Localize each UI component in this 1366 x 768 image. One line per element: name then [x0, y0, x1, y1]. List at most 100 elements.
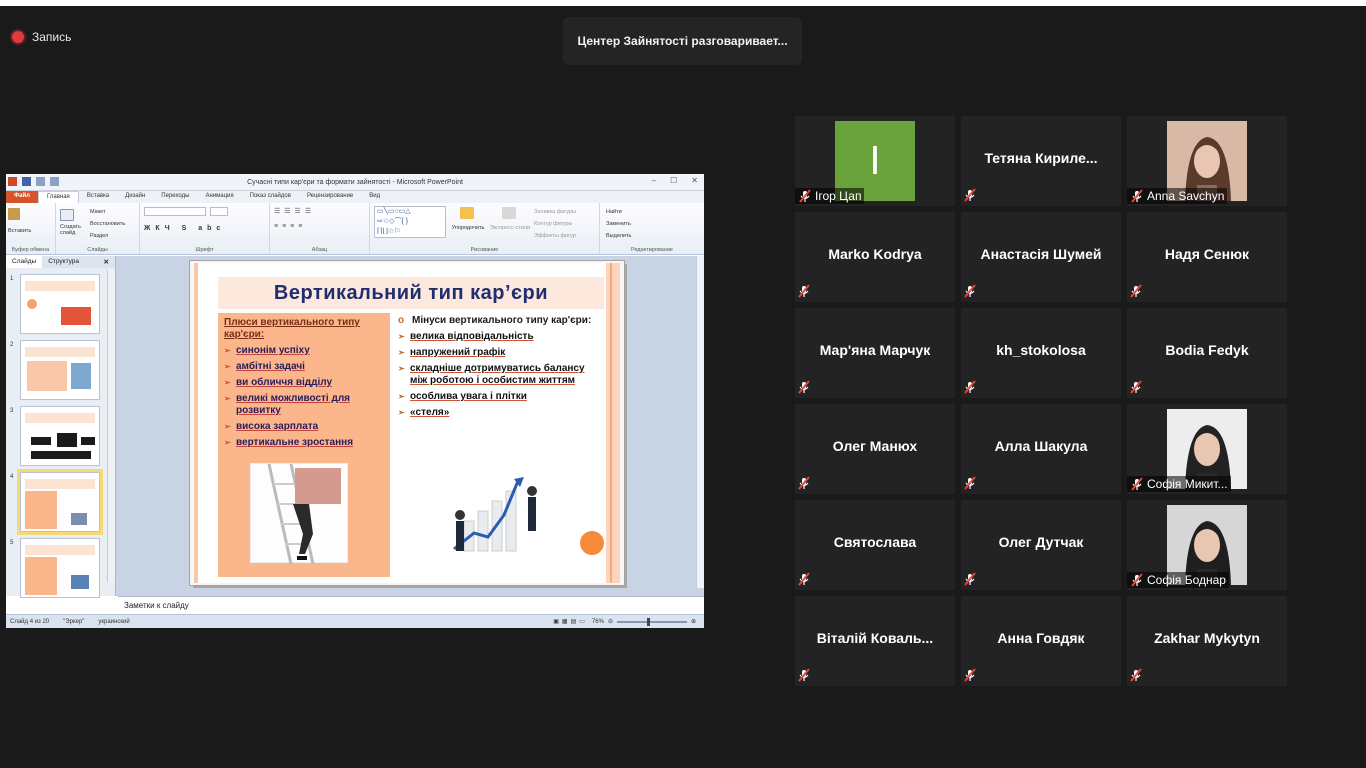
close-icon[interactable]: ✕	[691, 176, 698, 185]
maximize-icon[interactable]: ☐	[670, 176, 677, 185]
participant-tile[interactable]: Bodia Fedyk	[1127, 308, 1287, 398]
view-buttons[interactable]: ▣▦▤▭	[553, 618, 588, 625]
express-styles-button[interactable]: Экспресс-стили	[488, 207, 532, 231]
participant-tile[interactable]: Святослава	[795, 500, 955, 590]
participant-tile[interactable]: Тетяна Кириле...	[961, 116, 1121, 206]
pros-item: ви обличчя відділу	[224, 377, 384, 389]
align-buttons[interactable]: ≡≡≡≡	[274, 223, 306, 230]
participant-tile[interactable]: Алла Шакула	[961, 404, 1121, 494]
notes-field[interactable]: Заметки к слайду	[118, 596, 704, 616]
minimize-icon[interactable]: –	[652, 176, 656, 185]
panel-scrollbar[interactable]	[107, 270, 115, 582]
tab-view[interactable]: Вид	[361, 191, 388, 203]
participant-tile[interactable]: Софія Микит...	[1127, 404, 1287, 494]
language[interactable]: украинский	[98, 619, 129, 625]
restore-button[interactable]: Восстановить	[90, 218, 125, 230]
tab-outline[interactable]: Структура	[42, 256, 85, 268]
active-speaker-banner: Центер Зайнятості разговаривает...	[563, 17, 802, 65]
participant-label: Софія Микит...	[1147, 477, 1228, 491]
participant-name: Алла Шакула	[994, 438, 1088, 454]
slides-panel: Слайды Структура ✕ 1 2 3 4 5	[6, 256, 116, 598]
font-format-buttons[interactable]: ЖКЧ S abc	[144, 225, 225, 232]
slide-thumb-3[interactable]	[20, 406, 100, 466]
font-name-box[interactable]	[144, 207, 206, 216]
close-panel-icon[interactable]: ✕	[98, 256, 115, 268]
ladder-illustration	[250, 463, 348, 565]
recording-indicator[interactable]: Запись	[12, 30, 71, 44]
slide-thumb-4[interactable]	[17, 469, 103, 535]
ribbon-tabs: Файл Главная Вставка Дизайн Переходы Ани…	[6, 191, 704, 203]
participant-tile[interactable]: Анастасія Шумей	[961, 212, 1121, 302]
list-buttons[interactable]: ☰☰☰☰	[274, 207, 315, 215]
slides-group: Создать слайд Макет Восстановить Раздел …	[56, 203, 140, 254]
undo-icon[interactable]	[36, 177, 45, 186]
muted-mic-icon	[1129, 284, 1143, 298]
slide-scrollbar[interactable]	[696, 256, 704, 588]
find-button[interactable]: Найти	[606, 206, 631, 218]
paste-button[interactable]	[8, 208, 53, 220]
new-slide-button[interactable]: Создать слайд	[60, 209, 88, 236]
participant-tile[interactable]: Олег Дутчак	[961, 500, 1121, 590]
participant-tile[interactable]: Олег Манюх	[795, 404, 955, 494]
tab-slideshow[interactable]: Показ слайдов	[242, 191, 299, 203]
thumb-shape	[25, 557, 57, 595]
participant-tile[interactable]: Віталій Коваль...	[795, 596, 955, 686]
cons-item: складніше дотримуватись балансу між робо…	[398, 363, 598, 387]
layout-button[interactable]: Макет	[90, 206, 125, 218]
tab-animation[interactable]: Анимация	[197, 191, 241, 203]
redo-icon[interactable]	[50, 177, 59, 186]
participant-tile[interactable]: Софія Боднар	[1127, 500, 1287, 590]
thumb-shape	[25, 491, 57, 529]
tab-transitions[interactable]: Переходы	[153, 191, 197, 203]
shape-effects-button[interactable]: Эффекты фигур	[534, 230, 576, 242]
thumb-shape	[31, 451, 91, 459]
shapes-gallery[interactable]: ▭╲▭○▭△ ⇨☆◇⌒{ } ⌈⌉⌊⌋☆⚐	[374, 206, 446, 238]
slide-thumb-5[interactable]	[20, 538, 100, 598]
slide-frame: Вертикальний тип кар’єри Плюси вертикаль…	[194, 263, 620, 583]
zoom-in-icon[interactable]: ⊕	[691, 618, 696, 625]
thumb-shape	[71, 363, 91, 389]
tab-home[interactable]: Главная	[37, 191, 79, 203]
shape-outline-button[interactable]: Контур фигуры	[534, 218, 576, 230]
tab-file[interactable]: Файл	[6, 191, 38, 203]
arrange-button[interactable]: Упорядочить	[450, 207, 486, 231]
section-button[interactable]: Раздел	[90, 230, 125, 242]
muted-mic-icon	[1129, 380, 1143, 394]
tab-review[interactable]: Рецензирование	[299, 191, 361, 203]
zoom-out-icon[interactable]: ⊖	[608, 618, 613, 625]
speaker-text: Центер Зайнятості разговаривает...	[577, 34, 788, 48]
zoom-slider[interactable]	[616, 617, 687, 626]
tab-insert[interactable]: Вставка	[79, 191, 117, 203]
tab-slides[interactable]: Слайды	[6, 256, 43, 268]
participant-tile[interactable]: I Ігор Цап	[795, 116, 955, 206]
cons-item: особлива увага і плітки	[398, 391, 598, 403]
paragraph-label: Абзац	[311, 247, 328, 253]
slide-thumb-2[interactable]	[20, 340, 100, 400]
muted-mic-icon	[963, 668, 977, 682]
cons-item: напружений графік	[398, 347, 598, 359]
participant-tile[interactable]: Мар'яна Марчук	[795, 308, 955, 398]
participant-tile[interactable]: kh_stokolosa	[961, 308, 1121, 398]
shape-fill-button[interactable]: Заливка фигуры	[534, 206, 576, 218]
slide-thumb-1[interactable]	[20, 274, 100, 334]
participant-tile[interactable]: Анна Говдяк	[961, 596, 1121, 686]
muted-mic-icon	[798, 189, 812, 203]
participant-tile[interactable]: Anna Savchyn	[1127, 116, 1287, 206]
zoom-value[interactable]: 76%	[592, 619, 604, 625]
participant-tile[interactable]: Marko Kodrya	[795, 212, 955, 302]
slides-group-label: Слайды	[87, 247, 108, 253]
replace-button[interactable]: Заменить	[606, 218, 631, 230]
muted-mic-icon	[797, 476, 811, 490]
tab-design[interactable]: Дизайн	[117, 191, 153, 203]
drawing-group: ▭╲▭○▭△ ⇨☆◇⌒{ } ⌈⌉⌊⌋☆⚐ Упорядочить Экспресс…	[370, 203, 600, 254]
muted-mic-icon	[797, 572, 811, 586]
font-size-box[interactable]	[210, 207, 228, 216]
save-icon[interactable]	[22, 177, 31, 186]
thumb-number: 3	[10, 408, 14, 414]
participant-tile[interactable]: Надя Сенюк	[1127, 212, 1287, 302]
paragraph-group: ☰☰☰☰ ≡≡≡≡ Абзац	[270, 203, 370, 254]
express-label: Экспресс-стили	[489, 225, 531, 231]
select-button[interactable]: Выделить	[606, 230, 631, 242]
participant-tile[interactable]: Zakhar Mykytyn	[1127, 596, 1287, 686]
cons-item: велика відповідальність	[398, 331, 598, 343]
